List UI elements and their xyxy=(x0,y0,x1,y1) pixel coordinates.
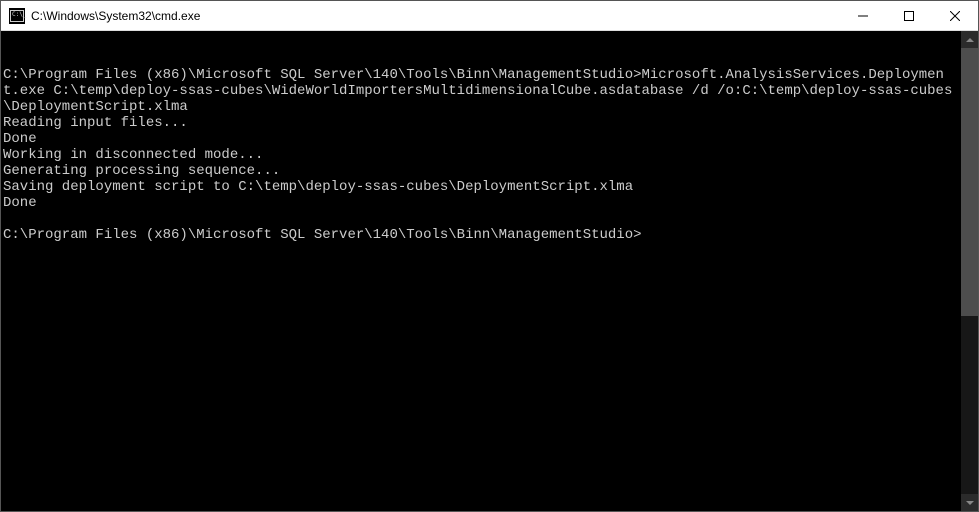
terminal-line: Done xyxy=(3,131,37,147)
terminal-body[interactable]: C:\Program Files (x86)\Microsoft SQL Ser… xyxy=(1,31,978,511)
terminal-content: C:\Program Files (x86)\Microsoft SQL Ser… xyxy=(3,67,960,243)
close-button[interactable] xyxy=(932,1,978,30)
scroll-up-icon[interactable] xyxy=(961,31,978,48)
terminal-line: Working in disconnected mode... xyxy=(3,147,263,163)
cmd-icon xyxy=(9,8,25,24)
minimize-button[interactable] xyxy=(840,1,886,30)
titlebar[interactable]: C:\Windows\System32\cmd.exe xyxy=(1,1,978,31)
window-controls xyxy=(840,1,978,30)
maximize-button[interactable] xyxy=(886,1,932,30)
window-title: C:\Windows\System32\cmd.exe xyxy=(31,9,200,23)
scrollbar[interactable] xyxy=(961,31,978,511)
cmd-window: C:\Windows\System32\cmd.exe C:\Program F… xyxy=(0,0,979,512)
titlebar-left: C:\Windows\System32\cmd.exe xyxy=(9,8,200,24)
terminal-line: C:\Program Files (x86)\Microsoft SQL Ser… xyxy=(3,67,952,115)
terminal-line: Saving deployment script to C:\temp\depl… xyxy=(3,179,633,195)
terminal-line: Generating processing sequence... xyxy=(3,163,280,179)
terminal-line: Reading input files... xyxy=(3,115,188,131)
terminal-line: Done xyxy=(3,195,37,211)
scroll-down-icon[interactable] xyxy=(961,494,978,511)
terminal-prompt: C:\Program Files (x86)\Microsoft SQL Ser… xyxy=(3,227,642,243)
scroll-track[interactable] xyxy=(961,48,978,494)
scroll-thumb[interactable] xyxy=(961,48,978,316)
